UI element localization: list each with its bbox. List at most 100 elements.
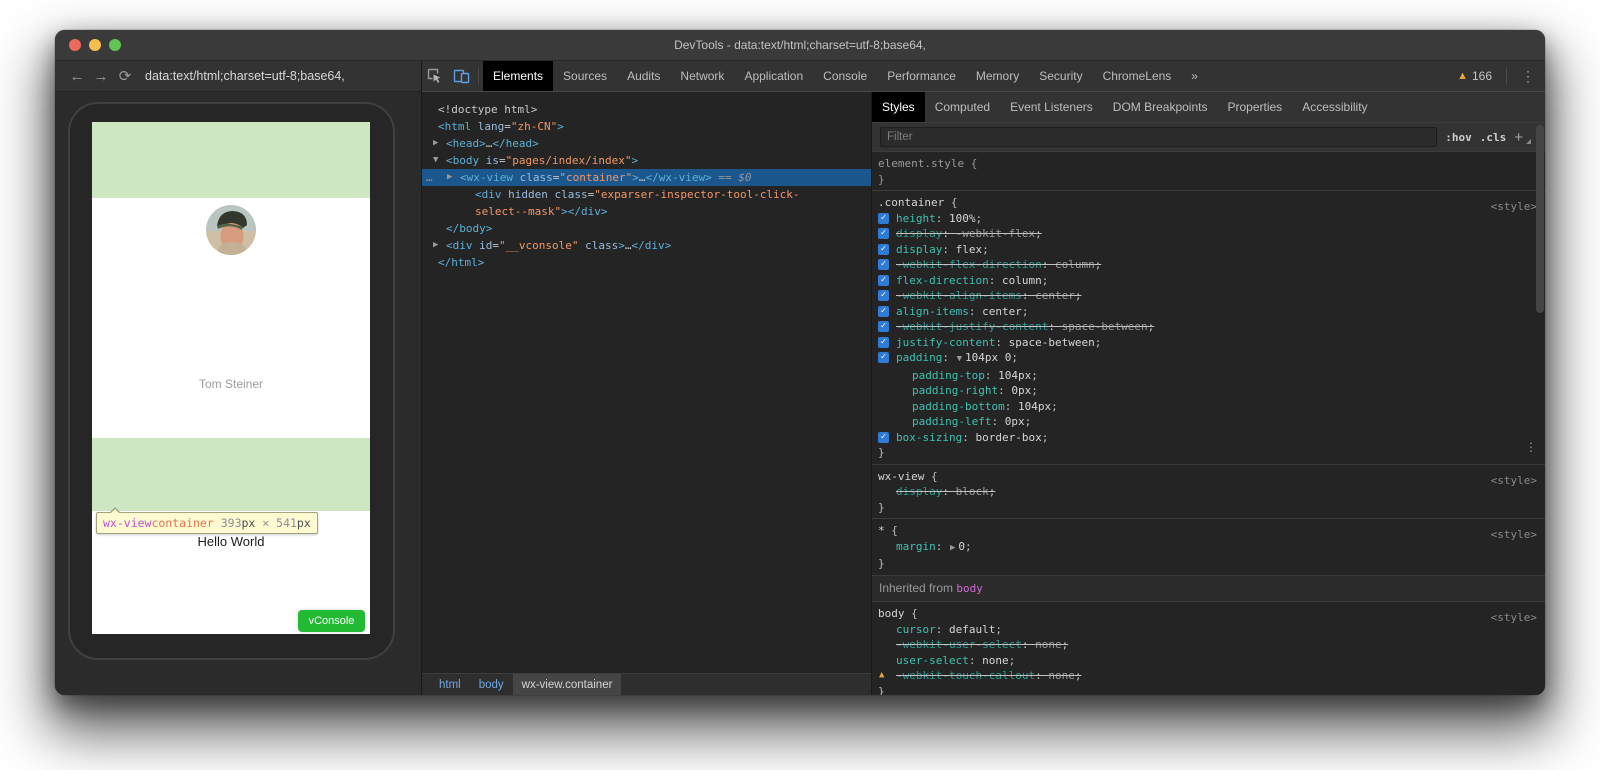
property-value[interactable]: default (949, 623, 995, 636)
crumb-html[interactable]: html (430, 674, 470, 695)
css-property-cursor[interactable]: cursor: default; (872, 622, 1545, 638)
expand-icon[interactable]: ▶ (433, 135, 438, 152)
property-checkbox[interactable]: ✓ (878, 432, 889, 443)
rule-selector[interactable]: element.style (878, 157, 964, 170)
dom-tree-line-5[interactable]: <div hidden class="exparser-inspector-to… (422, 186, 871, 203)
rule-selector[interactable]: body (878, 607, 905, 620)
warning-badge[interactable]: ▲166 (1457, 69, 1492, 83)
scrollbar-thumb[interactable] (1536, 125, 1544, 313)
reload-icon[interactable]: ⟳ (113, 67, 137, 85)
property-name[interactable]: -webkit-touch-callout (896, 669, 1035, 682)
property-value[interactable]: 104px (1018, 400, 1051, 413)
sidebar-tab-accessibility[interactable]: Accessibility (1292, 92, 1377, 122)
shorthand-expand-icon[interactable]: ▶ (950, 543, 955, 553)
property-name[interactable]: align-items (896, 305, 969, 318)
property-name[interactable]: -webkit-flex-direction (896, 258, 1042, 271)
dom-tree-line-9[interactable]: </html> (422, 254, 871, 271)
dom-tree-line-3[interactable]: ▼<body is="pages/index/index"> (422, 152, 871, 169)
property-value[interactable]: -webkit-flex (956, 227, 1035, 240)
property-value[interactable]: block (956, 485, 989, 498)
css-property-height[interactable]: ✓height: 100%; (872, 211, 1545, 227)
css-property-padding-top[interactable]: padding-top: 104px; (872, 368, 1545, 384)
property-name[interactable]: display (896, 243, 942, 256)
tab-more-tabs[interactable]: » (1181, 61, 1208, 91)
css-property-box-sizing[interactable]: ✓box-sizing: border-box; (872, 430, 1545, 446)
tab-memory[interactable]: Memory (966, 61, 1029, 91)
expand-icon[interactable]: ▶ (447, 169, 452, 186)
rule-selector[interactable]: .container (878, 196, 944, 209)
dom-tree-line-4[interactable]: …▶<wx-view class="container">…</wx-view>… (422, 169, 871, 186)
css-property-flex-direction[interactable]: ✓flex-direction: column; (872, 273, 1545, 289)
css-property-user-select[interactable]: user-select: none; (872, 653, 1545, 669)
css-property-display[interactable]: ✓display: flex; (872, 242, 1545, 258)
property-checkbox[interactable]: ✓ (878, 213, 889, 224)
property-name[interactable]: flex-direction (896, 274, 989, 287)
property-name[interactable]: padding-bottom (912, 400, 1005, 413)
css-property-webkit-user-select[interactable]: -webkit-user-select: none; (872, 637, 1545, 653)
url-bar[interactable]: data:text/html;charset=utf-8;base64, (145, 69, 345, 83)
sidebar-tab-computed[interactable]: Computed (925, 92, 1000, 122)
property-name[interactable]: cursor (896, 623, 936, 636)
property-name[interactable]: padding (896, 351, 942, 364)
property-checkbox[interactable]: ✓ (878, 352, 889, 363)
inspect-element-icon[interactable] (422, 61, 448, 91)
property-value[interactable]: space-between (1009, 336, 1095, 349)
crumb-body[interactable]: body (470, 674, 513, 695)
property-value[interactable]: center (1035, 289, 1075, 302)
tab-console[interactable]: Console (813, 61, 877, 91)
css-property-margin[interactable]: margin: ▶0; (872, 539, 1545, 557)
property-checkbox[interactable]: ✓ (878, 275, 889, 286)
property-checkbox[interactable]: ✓ (878, 259, 889, 270)
property-value[interactable]: flex (956, 243, 983, 256)
tab-elements[interactable]: Elements (483, 61, 553, 91)
dom-tree-line-0[interactable]: <!doctype html> (422, 101, 871, 118)
tab-network[interactable]: Network (670, 61, 734, 91)
crumb-wx-view-container[interactable]: wx-view.container (513, 674, 622, 695)
property-value[interactable]: center (982, 305, 1022, 318)
tab-performance[interactable]: Performance (877, 61, 966, 91)
property-name[interactable]: display (896, 485, 942, 498)
element-classes-button[interactable]: .cls (1480, 131, 1507, 144)
property-checkbox[interactable]: ✓ (878, 321, 889, 332)
property-value[interactable]: 100% (949, 212, 976, 225)
new-style-rule-button[interactable]: + (1514, 129, 1531, 146)
property-value[interactable]: 0px (1005, 415, 1025, 428)
dom-tree-line-2[interactable]: ▶<head>…</head> (422, 135, 871, 152)
dom-tree-line-7[interactable]: </body> (422, 220, 871, 237)
property-name[interactable]: padding-left (912, 415, 991, 428)
css-property-webkit-align-items[interactable]: ✓-webkit-align-items: center; (872, 288, 1545, 304)
property-value[interactable]: column (1055, 258, 1095, 271)
property-checkbox[interactable]: ✓ (878, 290, 889, 301)
css-property-padding-bottom[interactable]: padding-bottom: 104px; (872, 399, 1545, 415)
property-name[interactable]: justify-content (896, 336, 995, 349)
property-checkbox[interactable]: ✓ (878, 244, 889, 255)
css-property-display[interactable]: display: block; (872, 484, 1545, 500)
device-toolbar-icon[interactable] (448, 61, 474, 91)
tab-security[interactable]: Security (1029, 61, 1092, 91)
property-checkbox[interactable]: ✓ (878, 228, 889, 239)
property-value[interactable]: 104px 0 (965, 351, 1011, 364)
property-value[interactable]: space-between (1062, 320, 1148, 333)
sidebar-tab-styles[interactable]: Styles (872, 92, 925, 122)
css-property-webkit-justify-content[interactable]: ✓-webkit-justify-content: space-between; (872, 319, 1545, 335)
sidebar-tab-event-listeners[interactable]: Event Listeners (1000, 92, 1103, 122)
maximize-window-button[interactable] (109, 39, 121, 51)
collapse-icon[interactable]: ▼ (433, 152, 438, 169)
property-value[interactable]: none (1048, 669, 1075, 682)
property-name[interactable]: -webkit-user-select (896, 638, 1022, 651)
close-window-button[interactable] (69, 39, 81, 51)
forward-icon[interactable]: → (89, 68, 113, 85)
property-name[interactable]: -webkit-align-items (896, 289, 1022, 302)
property-name[interactable]: -webkit-justify-content (896, 320, 1048, 333)
css-property-justify-content[interactable]: ✓justify-content: space-between; (872, 335, 1545, 351)
inherited-node-link[interactable]: body (956, 582, 983, 595)
css-property-padding-right[interactable]: padding-right: 0px; (872, 383, 1545, 399)
shorthand-collapse-icon[interactable]: ▼ (957, 354, 962, 364)
toggle-element-state-button[interactable]: :hov (1445, 131, 1472, 144)
css-property-padding[interactable]: ✓padding: ▼104px 0; (872, 350, 1545, 368)
dom-tree-line-1[interactable]: <html lang="zh-CN"> (422, 118, 871, 135)
property-name[interactable]: user-select (896, 654, 969, 667)
styles-filter-input[interactable] (880, 127, 1437, 147)
tab-sources[interactable]: Sources (553, 61, 617, 91)
css-property-display[interactable]: ✓display: -webkit-flex; (872, 226, 1545, 242)
